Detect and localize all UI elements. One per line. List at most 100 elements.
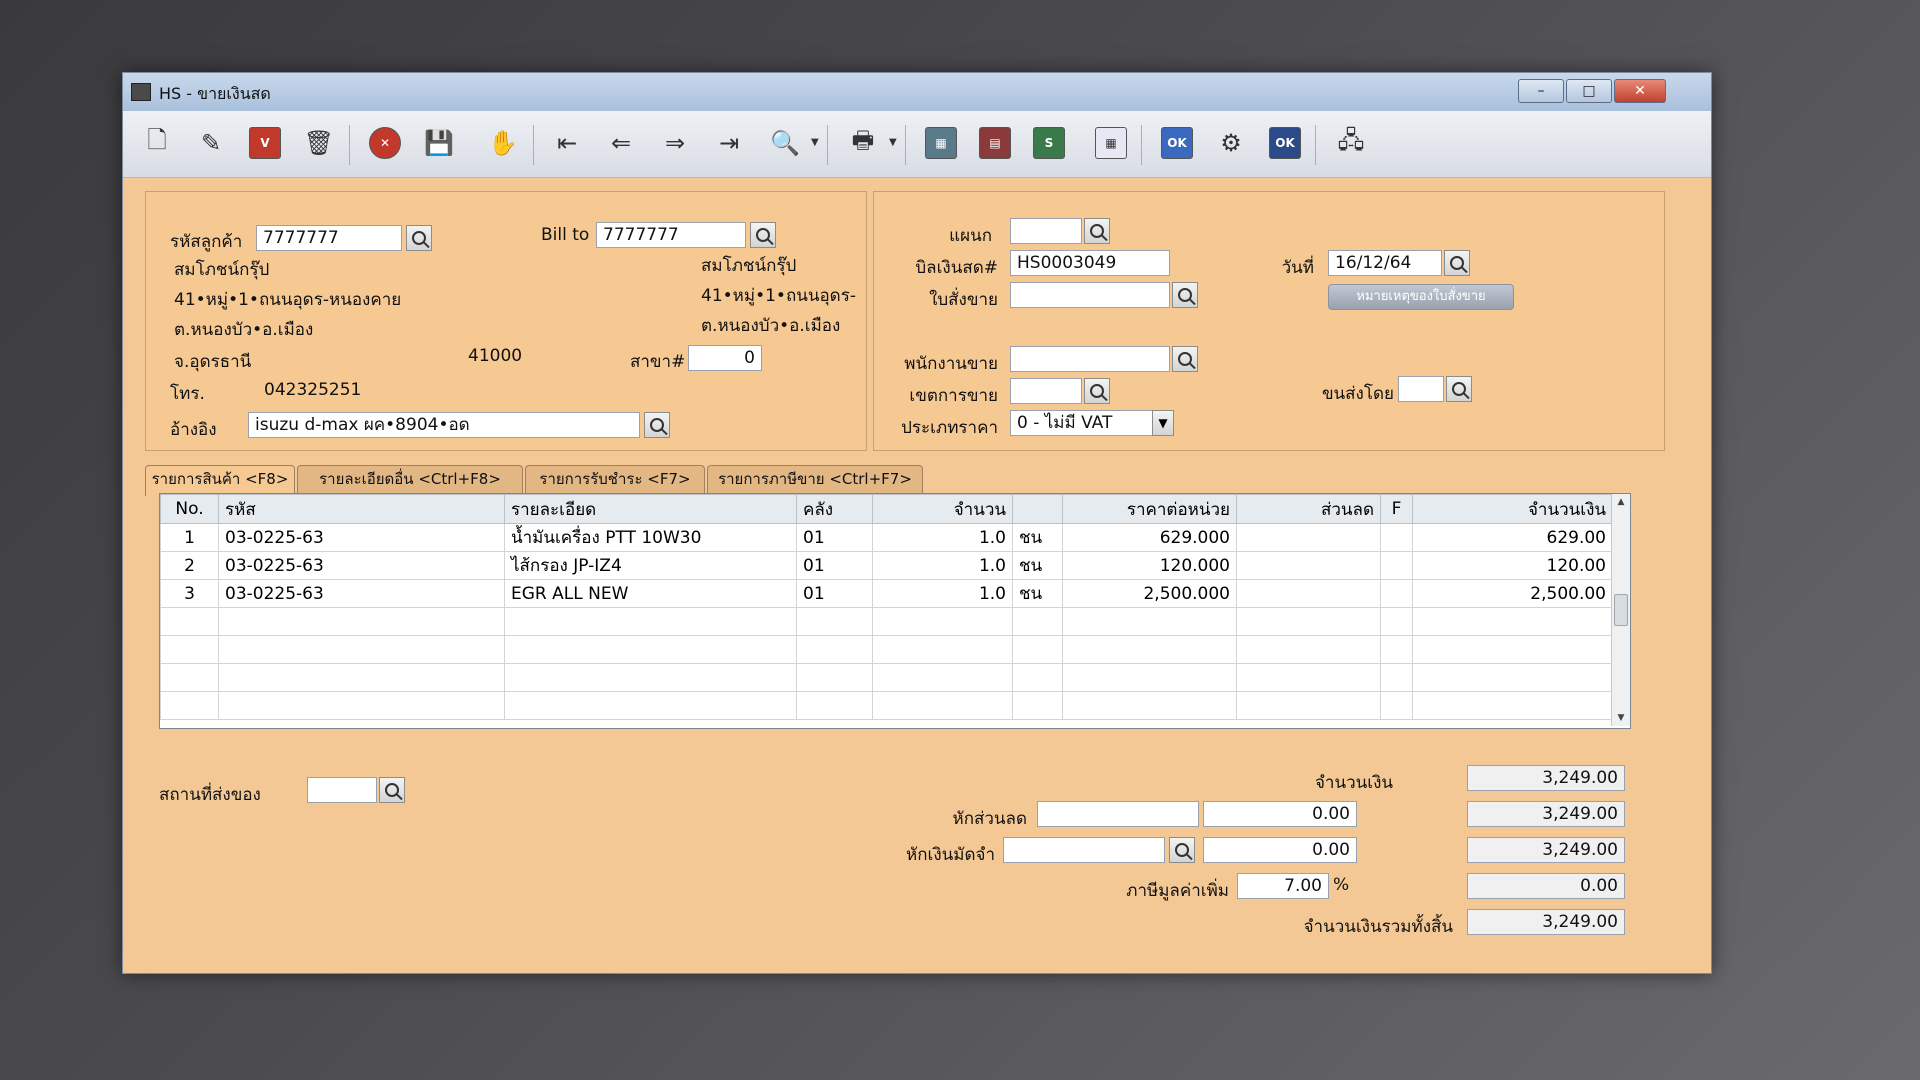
- new-document-icon[interactable]: 🗋: [137, 123, 177, 163]
- tab-items[interactable]: รายการสินค้า <F8>: [145, 465, 295, 496]
- cell-warehouse[interactable]: 01: [796, 551, 873, 580]
- col-unit-price[interactable]: ราคาต่อหน่วย: [1062, 494, 1237, 524]
- calculator-icon[interactable]: ▦: [921, 123, 961, 163]
- cell-discount[interactable]: [1236, 579, 1381, 608]
- col-amount[interactable]: จำนวนเงิน: [1412, 494, 1613, 524]
- price-type-select[interactable]: 0 - ไม่มี VAT: [1010, 410, 1174, 436]
- sales-area-input[interactable]: [1010, 378, 1082, 404]
- tab-other-details[interactable]: รายละเอียดอื่น <Ctrl+F8>: [297, 465, 523, 493]
- cell-unit-price[interactable]: 2,500.000: [1062, 579, 1237, 608]
- customer-code-input[interactable]: 7777777: [256, 225, 402, 251]
- scroll-up-icon[interactable]: ▲: [1612, 494, 1630, 510]
- find-document-icon[interactable]: 🔍: [765, 123, 805, 163]
- cell-amount[interactable]: 120.00: [1412, 551, 1613, 580]
- table-row[interactable]: 2 03-0225-63 ไส้กรอง JP-IZ4 01 1.0 ชน 12…: [160, 551, 1613, 580]
- cell-code[interactable]: 03-0225-63: [218, 579, 505, 608]
- date-input[interactable]: 16/12/64: [1328, 250, 1442, 276]
- deposit-value-input[interactable]: 0.00: [1203, 837, 1357, 863]
- table-row[interactable]: 3 03-0225-63 EGR ALL NEW 01 1.0 ชน 2,500…: [160, 579, 1613, 608]
- cell-warehouse[interactable]: 01: [796, 523, 873, 552]
- approve-ok-icon[interactable]: OK: [1157, 123, 1197, 163]
- discount-value-input[interactable]: 0.00: [1203, 801, 1357, 827]
- discount-text-input[interactable]: [1037, 801, 1199, 827]
- scroll-down-icon[interactable]: ▼: [1612, 710, 1630, 726]
- cell-no[interactable]: 3: [160, 579, 219, 608]
- sales-area-search-icon[interactable]: [1084, 378, 1110, 404]
- col-no[interactable]: No.: [160, 494, 219, 524]
- table-row-empty[interactable]: [160, 607, 1613, 636]
- cell-quantity[interactable]: 1.0: [872, 551, 1013, 580]
- ship-to-input[interactable]: [307, 777, 377, 803]
- cell-warehouse[interactable]: 01: [796, 579, 873, 608]
- cell-description[interactable]: น้ำมันเครื่อง PTT 10W30: [504, 523, 797, 552]
- ship-by-input[interactable]: [1398, 376, 1444, 402]
- scroll-thumb[interactable]: [1614, 594, 1628, 626]
- col-quantity[interactable]: จำนวน: [872, 494, 1013, 524]
- table-row[interactable]: 1 03-0225-63 น้ำมันเครื่อง PTT 10W30 01 …: [160, 523, 1613, 552]
- col-discount[interactable]: ส่วนลด: [1236, 494, 1381, 524]
- cell-discount[interactable]: [1236, 523, 1381, 552]
- tab-payments[interactable]: รายการรับชำระ <F7>: [525, 465, 705, 493]
- cell-unit[interactable]: ชน: [1012, 579, 1063, 608]
- table-row-empty[interactable]: [160, 635, 1613, 664]
- cell-no[interactable]: 1: [160, 523, 219, 552]
- chevron-down-icon[interactable]: ▼: [1152, 410, 1174, 436]
- cell-amount[interactable]: 2,500.00: [1412, 579, 1613, 608]
- cell-unit-price[interactable]: 629.000: [1062, 523, 1237, 552]
- cell-quantity[interactable]: 1.0: [872, 579, 1013, 608]
- confirm-ok-icon[interactable]: OK: [1265, 123, 1305, 163]
- col-description[interactable]: รายละเอียด: [504, 494, 797, 524]
- salesman-input[interactable]: [1010, 346, 1170, 372]
- edit-icon[interactable]: ✎: [191, 123, 231, 163]
- print-dropdown-icon[interactable]: ▼: [889, 137, 897, 148]
- cell-quantity[interactable]: 1.0: [872, 523, 1013, 552]
- billto-search-icon[interactable]: [750, 222, 776, 248]
- cell-amount[interactable]: 629.00: [1412, 523, 1613, 552]
- last-record-icon[interactable]: ⇥: [709, 123, 749, 163]
- cashbill-input[interactable]: HS0003049: [1010, 250, 1170, 276]
- department-input[interactable]: [1010, 218, 1082, 244]
- cell-flag[interactable]: [1380, 523, 1413, 552]
- sales-order-search-icon[interactable]: [1172, 282, 1198, 308]
- deposit-search-icon[interactable]: [1169, 837, 1195, 863]
- customer-search-icon[interactable]: [406, 225, 432, 251]
- col-unit[interactable]: [1012, 494, 1063, 524]
- billto-code-input[interactable]: 7777777: [596, 222, 746, 248]
- reference-search-icon[interactable]: [644, 412, 670, 438]
- close-button[interactable]: ✕: [1614, 79, 1666, 103]
- department-search-icon[interactable]: [1084, 218, 1110, 244]
- table-row-empty[interactable]: [160, 691, 1613, 720]
- ship-to-search-icon[interactable]: [379, 777, 405, 803]
- save-icon[interactable]: 💾: [419, 123, 459, 163]
- calendar-icon[interactable]: ▦: [1091, 123, 1131, 163]
- cell-flag[interactable]: [1380, 551, 1413, 580]
- cell-unit-price[interactable]: 120.000: [1062, 551, 1237, 580]
- first-record-icon[interactable]: ⇤: [547, 123, 587, 163]
- print-icon[interactable]: 🖶: [843, 123, 883, 163]
- cell-code[interactable]: 03-0225-63: [218, 551, 505, 580]
- cell-unit[interactable]: ชน: [1012, 523, 1063, 552]
- deposit-text-input[interactable]: [1003, 837, 1165, 863]
- previous-record-icon[interactable]: ⇐: [601, 123, 641, 163]
- sales-order-input[interactable]: [1010, 282, 1170, 308]
- cell-description[interactable]: ไส้กรอง JP-IZ4: [504, 551, 797, 580]
- table-row-empty[interactable]: [160, 663, 1613, 692]
- reference-input[interactable]: isuzu d-max ผค•8904•อด: [248, 412, 640, 438]
- maximize-button[interactable]: □: [1566, 79, 1612, 103]
- tab-sales-tax[interactable]: รายการภาษีขาย <Ctrl+F7>: [707, 465, 923, 493]
- table-scrollbar[interactable]: ▲ ▼: [1611, 494, 1630, 726]
- branch-input[interactable]: 0: [688, 345, 762, 371]
- next-record-icon[interactable]: ⇒: [655, 123, 695, 163]
- sales-order-note-button[interactable]: หมายเหตุของใบสั่งขาย: [1328, 284, 1514, 310]
- void-icon[interactable]: V: [245, 123, 285, 163]
- cell-unit[interactable]: ชน: [1012, 551, 1063, 580]
- network-icon[interactable]: 🖧: [1331, 123, 1371, 163]
- date-search-icon[interactable]: [1444, 250, 1470, 276]
- cell-description[interactable]: EGR ALL NEW: [504, 579, 797, 608]
- delete-bin-icon[interactable]: 🗑: [299, 123, 339, 163]
- vat-rate-input[interactable]: 7.00: [1237, 873, 1329, 899]
- ship-by-search-icon[interactable]: [1446, 376, 1472, 402]
- minimize-button[interactable]: –: [1518, 79, 1564, 103]
- report-icon[interactable]: ▤: [975, 123, 1015, 163]
- cell-code[interactable]: 03-0225-63: [218, 523, 505, 552]
